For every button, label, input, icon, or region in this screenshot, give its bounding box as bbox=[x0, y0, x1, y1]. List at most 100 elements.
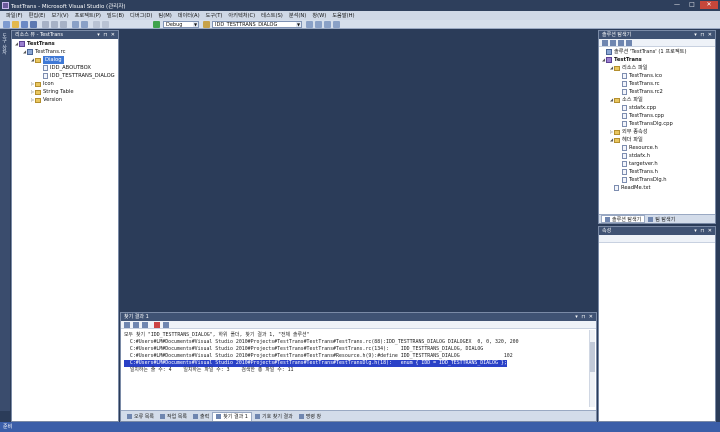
tree-item[interactable]: ◢ 헤더 파일 bbox=[609, 136, 643, 144]
show-all-files-icon[interactable] bbox=[610, 40, 616, 46]
tree-item[interactable]: Resource.h bbox=[617, 144, 658, 152]
toolbox-strip[interactable]: 도구 상자 bbox=[0, 29, 10, 411]
tree-item[interactable]: ◢ 리소스 파일 bbox=[609, 64, 648, 72]
tree-item[interactable]: ◢ TestTrans bbox=[14, 40, 55, 48]
scrollbar-thumb[interactable] bbox=[590, 342, 595, 372]
menu-item[interactable]: 프로젝트(P) bbox=[72, 12, 104, 19]
cut-icon[interactable] bbox=[42, 21, 49, 28]
output-tab-label: 기호 찾기 결과 bbox=[261, 413, 293, 420]
find-result-line[interactable]: C:#Users#LM#Documents#Visual Studio 2010… bbox=[124, 353, 513, 360]
tree-item[interactable]: TestTransDlg.h bbox=[617, 176, 667, 184]
panel-buttons[interactable]: ▾ ⊓ ✕ bbox=[575, 313, 594, 321]
start-page-icon[interactable] bbox=[333, 21, 340, 28]
save-icon[interactable] bbox=[21, 21, 28, 28]
tree-item[interactable]: ▷ Icon bbox=[30, 80, 54, 88]
solution-config-select[interactable]: Debug ▼ bbox=[163, 21, 199, 28]
tree-item[interactable]: TestTrans.h bbox=[617, 168, 658, 176]
maximize-button[interactable]: □ bbox=[685, 1, 699, 9]
solution-explorer-icon[interactable] bbox=[306, 21, 313, 28]
menu-item[interactable]: 분석(N) bbox=[286, 12, 309, 19]
tree-item[interactable]: TestTransDlg.cpp bbox=[617, 120, 673, 128]
properties-icon[interactable] bbox=[315, 21, 322, 28]
menu-item[interactable]: 테스트(S) bbox=[258, 12, 286, 19]
panel-buttons[interactable]: ▾ ⊓ ✕ bbox=[694, 31, 713, 39]
find-result-line[interactable]: C:#Users#LM#Documents#Visual Studio 2010… bbox=[124, 339, 519, 346]
panel-tab[interactable]: 팀 탐색기 bbox=[645, 215, 678, 223]
menu-item[interactable]: 보기(V) bbox=[48, 12, 71, 19]
properties-object-select[interactable] bbox=[599, 235, 715, 243]
tree-item[interactable]: IDD_TESTTRANS_DIALOG bbox=[38, 72, 115, 80]
bottom-tab-strip: 오류 목록 작업 목록 출력 찾기 결과 1 기호 찾기 결과 명령 창 bbox=[121, 410, 596, 421]
tree-item[interactable]: IDD_ABOUTBOX bbox=[38, 64, 91, 72]
tree-item[interactable]: TestTrans.rc2 bbox=[617, 88, 663, 96]
output-tab[interactable]: 명령 창 bbox=[296, 412, 324, 421]
menu-item[interactable]: 편집(E) bbox=[26, 12, 49, 19]
tree-item[interactable]: ▷ Version bbox=[30, 96, 62, 104]
copy-icon[interactable] bbox=[51, 21, 58, 28]
save-all-icon[interactable] bbox=[30, 21, 37, 28]
output-tab[interactable]: 작업 목록 bbox=[157, 412, 190, 421]
tree-item[interactable]: ▷ String Table bbox=[30, 88, 74, 96]
undo-icon[interactable] bbox=[72, 21, 79, 28]
close-button[interactable]: ✕ bbox=[700, 1, 718, 9]
panel-buttons[interactable]: ▾ ⊓ ✕ bbox=[97, 31, 116, 39]
tree-item[interactable]: targetver.h bbox=[617, 160, 658, 168]
menu-item[interactable]: 도움말(H) bbox=[329, 12, 357, 19]
navigate-back-icon[interactable] bbox=[93, 21, 100, 28]
menu-item[interactable]: 디버그(D) bbox=[127, 12, 155, 19]
menu-item[interactable]: 빌드(B) bbox=[104, 12, 127, 19]
output-tab[interactable]: 기호 찾기 결과 bbox=[252, 412, 296, 421]
vertical-scrollbar[interactable] bbox=[589, 330, 595, 407]
menu-item[interactable]: 데이터(A) bbox=[175, 12, 203, 19]
view-code-icon[interactable] bbox=[626, 40, 632, 46]
folder-icon bbox=[614, 129, 620, 135]
tree-item-label: 헤더 파일 bbox=[622, 137, 643, 143]
new-project-icon[interactable] bbox=[3, 21, 10, 28]
tree-item[interactable]: 솔루션 'TestTrans' (1 프로젝트) bbox=[601, 48, 686, 56]
output-tab[interactable]: 오류 목록 bbox=[124, 412, 157, 421]
redo-icon[interactable] bbox=[81, 21, 88, 28]
tree-item[interactable]: ReadMe.txt bbox=[609, 184, 651, 192]
find-result-line[interactable]: 일치하는 줄 수: 4 일치하는 파일 수: 3 검색한 총 파일 수: 11 bbox=[124, 367, 294, 374]
previous-result-icon[interactable] bbox=[133, 322, 139, 328]
find-in-files-icon[interactable] bbox=[203, 21, 210, 28]
tree-item[interactable]: ◢ TestTrans.rc bbox=[22, 48, 65, 56]
find-result-line[interactable]: 모두 찾기 "IDD_TESTTRANS_DIALOG", 하위 폴더, 찾기 … bbox=[124, 332, 309, 339]
menu-item[interactable]: 도구(T) bbox=[203, 12, 226, 19]
start-debugging-icon[interactable] bbox=[153, 21, 160, 28]
tree-item[interactable]: ◢ TestTrans bbox=[601, 56, 642, 64]
panel-buttons[interactable]: ▾ ⊓ ✕ bbox=[694, 227, 713, 235]
go-to-location-icon[interactable] bbox=[124, 322, 130, 328]
find-result-line[interactable]: C:#Users#LM#Documents#Visual Studio 2010… bbox=[124, 360, 507, 367]
tree-item[interactable]: ◢ 소스 파일 bbox=[609, 96, 643, 104]
tree-item[interactable]: TestTrans.ico bbox=[617, 72, 662, 80]
tree-item[interactable]: ▷ 외부 종속성 bbox=[609, 128, 648, 136]
menu-item[interactable]: 파일(F) bbox=[3, 12, 26, 19]
tree-item[interactable]: stdafx.cpp bbox=[617, 104, 656, 112]
menu-item[interactable]: 창(W) bbox=[309, 12, 329, 19]
tree-item[interactable]: TestTrans.rc bbox=[617, 80, 659, 88]
toolbox-icon[interactable] bbox=[324, 21, 331, 28]
open-file-icon[interactable] bbox=[12, 21, 19, 28]
menu-item[interactable]: 팀(M) bbox=[155, 12, 174, 19]
refresh-icon[interactable] bbox=[618, 40, 624, 46]
navigate-forward-icon[interactable] bbox=[102, 21, 109, 28]
minimize-button[interactable]: — bbox=[670, 1, 684, 9]
tree-item[interactable]: TestTrans.cpp bbox=[617, 112, 664, 120]
clear-all-icon[interactable] bbox=[163, 322, 169, 328]
file-icon bbox=[622, 177, 627, 183]
title-bar: TestTrans - Microsoft Visual Studio (관리자… bbox=[0, 0, 720, 11]
properties-icon[interactable] bbox=[602, 40, 608, 46]
panel-tab[interactable]: 솔루션 탐색기 bbox=[601, 215, 646, 223]
menu-item[interactable]: 아키텍처(C) bbox=[225, 12, 258, 19]
find-combo[interactable]: IDD_TESTTRANS_DIALOG ▼ bbox=[212, 21, 302, 28]
next-result-icon[interactable] bbox=[142, 322, 148, 328]
find-result-line[interactable]: C:#Users#LM#Documents#Visual Studio 2010… bbox=[124, 346, 483, 353]
tree-item[interactable]: stdafx.h bbox=[617, 152, 650, 160]
stop-find-icon[interactable] bbox=[154, 322, 160, 328]
tree-item[interactable]: ◢ Dialog bbox=[30, 56, 64, 64]
output-tab[interactable]: 출력 bbox=[190, 412, 212, 421]
output-tab[interactable]: 찾기 결과 1 bbox=[212, 411, 252, 421]
paste-icon[interactable] bbox=[60, 21, 67, 28]
find-results-toolbar bbox=[121, 321, 596, 329]
